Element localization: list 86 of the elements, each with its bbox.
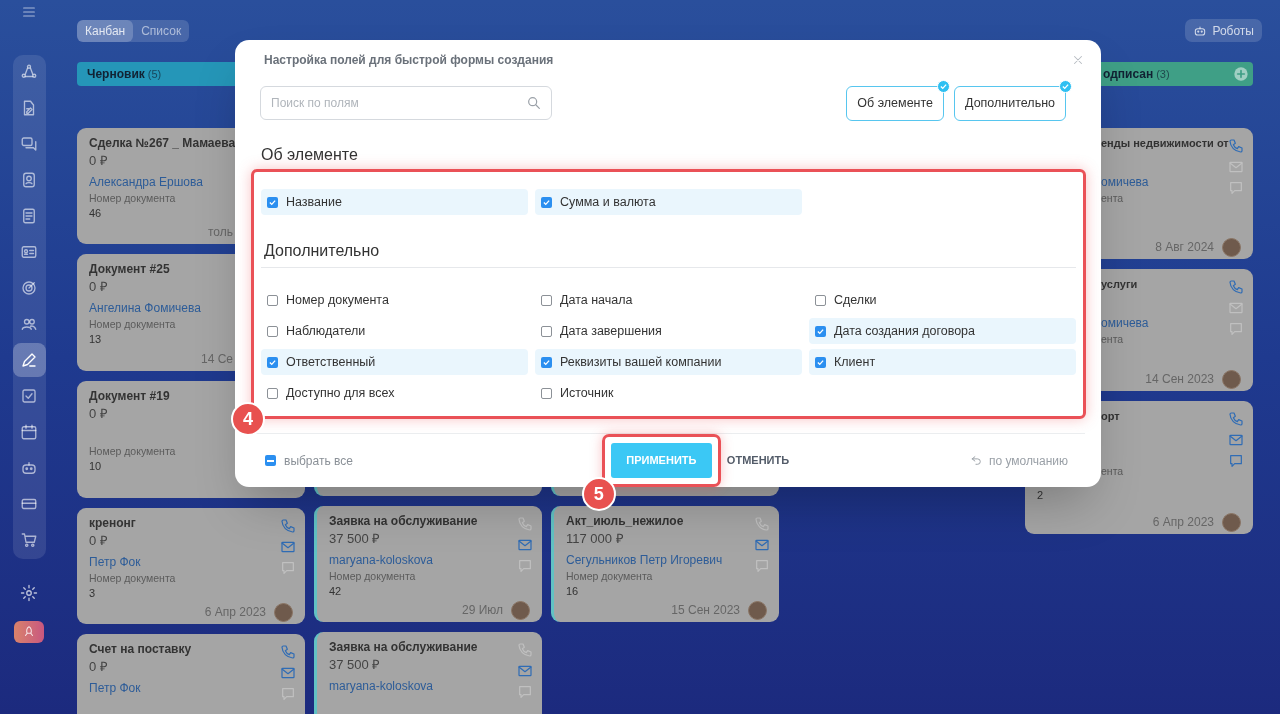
field-label: Номер документа: [329, 569, 416, 583]
field-label: Номер документа: [89, 571, 176, 585]
date: 8 Авг 2024: [1155, 239, 1214, 256]
step-badge: 5: [581, 477, 616, 511]
amount: 0 ₽: [89, 152, 108, 170]
card-title: услуги: [1101, 277, 1138, 292]
field-option[interactable]: Ответственный: [261, 349, 528, 375]
column-count: (5): [147, 66, 162, 82]
search-field[interactable]: Поиск по полям: [260, 86, 552, 120]
kanban-card[interactable]: кренонг 0 ₽ Петр Фок Номер документа 3 6 Апр 2023: [77, 508, 305, 624]
kanban-card[interactable]: Акт_июль_нежилое 117 000 ₽ Сегульников Петр Игоревич Номер документа 16 15 Сен 2023: [551, 506, 779, 622]
field-option[interactable]: Клиент: [809, 349, 1076, 375]
amount: 0 ₽: [89, 658, 108, 676]
kanban-card[interactable]: Счет на поставку 0 ₽ Петр Фок: [77, 634, 305, 714]
column-title: Черновик: [87, 66, 145, 83]
field-option-label: Сумма и валюта: [560, 193, 656, 211]
person-link[interactable]: омичева: [1101, 314, 1149, 332]
field-value: 13: [89, 332, 102, 347]
card-title: Документ #25: [89, 261, 170, 278]
field-label: ента: [1101, 191, 1124, 205]
amount: 37 500 ₽: [329, 530, 381, 548]
field-option-label: Дата завершения: [560, 322, 662, 340]
field-option-label: Реквизиты вашей компании: [560, 353, 722, 371]
view-tab[interactable]: Канбан: [77, 19, 134, 42]
field-option-label: Клиент: [834, 353, 876, 371]
amount: 0 ₽: [89, 278, 108, 296]
view-tab[interactable]: Список: [133, 19, 190, 42]
field-label: ента: [1101, 332, 1124, 346]
robots-button[interactable]: Роботы: [1185, 19, 1262, 42]
date: 6 Апр 2023: [1152, 514, 1214, 531]
field-option[interactable]: Дата начала: [535, 287, 802, 313]
step-badge: 4: [231, 402, 265, 436]
dialog-title: Настройка полей для быстрой формы создания: [264, 52, 554, 69]
field-option-label: Дата начала: [560, 291, 633, 309]
field-value: 3: [89, 586, 96, 601]
card-title: Сделка №267 _ Мамаева: [89, 135, 236, 152]
field-label: Номер документа: [89, 317, 176, 331]
card-title: кренонг: [89, 515, 136, 532]
field-option[interactable]: Сумма и валюта: [535, 189, 802, 215]
field-option[interactable]: Дата создания договора: [809, 318, 1076, 344]
amount: 37 500 ₽: [329, 656, 381, 674]
person-link[interactable]: Петр Фок: [89, 553, 141, 571]
field-label: Номер документа: [89, 444, 176, 458]
person-link[interactable]: maryana-koloskova: [329, 677, 434, 695]
date: 29 Июл: [461, 602, 503, 619]
amount: 0 ₽: [89, 405, 108, 423]
person-link[interactable]: Александра Ершова: [89, 173, 203, 191]
field-value: 16: [566, 584, 579, 599]
amount: 117 000 ₽: [566, 530, 624, 548]
field-option-label: Источник: [560, 384, 614, 402]
person-link[interactable]: Петр Фок: [89, 679, 141, 697]
field-value: 42: [329, 584, 342, 599]
person-link[interactable]: maryana-koloskova: [329, 551, 434, 569]
field-value: 2: [1037, 488, 1044, 503]
field-label: ента: [1101, 464, 1124, 478]
person-link[interactable]: Ангелина Фомичева: [89, 299, 201, 317]
field-option[interactable]: Дата завершения: [535, 318, 802, 344]
person-link[interactable]: Сегульников Петр Игоревич: [566, 551, 723, 569]
date: 6 Апр 2023: [204, 604, 266, 621]
field-label: Номер документа: [566, 569, 653, 583]
card-title: Акт_июль_нежилое: [566, 513, 684, 530]
column-count: (3): [1156, 66, 1170, 82]
kanban-card[interactable]: Заявка на обслуживание 37 500 ₽ maryana-koloskova: [314, 632, 542, 714]
kanban-card[interactable]: Заявка на обслуживание 37 500 ₽ maryana-koloskova Номер документа 42 29 Июл: [314, 506, 542, 622]
date: 15 Сен 2023: [671, 602, 740, 619]
card-title: Документ #19: [89, 388, 170, 405]
card-title: Счет на поставку: [89, 641, 192, 658]
card-title: Заявка на обслуживание: [329, 513, 478, 530]
date: 14 Сен 2023: [1145, 371, 1214, 388]
person-link[interactable]: омичева: [1101, 173, 1149, 191]
date: толь: [207, 224, 233, 241]
amount: 0 ₽: [89, 532, 108, 550]
field-option-label: Сделки: [834, 291, 877, 309]
card-title: Заявка на обслуживание: [329, 639, 478, 656]
card-title: орт: [1101, 409, 1120, 424]
field-value: 10: [89, 459, 102, 474]
date: 14 Се: [200, 351, 233, 368]
field-option[interactable]: Название: [261, 189, 528, 215]
cancel-button[interactable]: ОТМЕНИТЬ: [724, 452, 792, 469]
column-title: одписан: [1103, 66, 1154, 83]
field-option[interactable]: Реквизиты вашей компании: [535, 349, 802, 375]
card-title: енды недвижимости от: [1101, 136, 1229, 151]
field-option[interactable]: Источник: [535, 380, 802, 406]
field-option-label: Дата создания договора: [834, 322, 976, 340]
field-label: Номер документа: [89, 191, 176, 205]
field-value: 46: [89, 206, 102, 221]
